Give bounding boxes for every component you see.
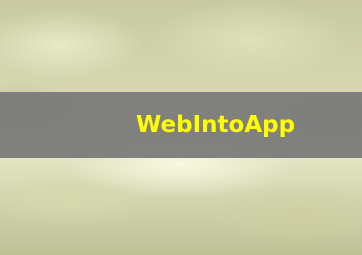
app-title: WebIntoApp — [136, 112, 296, 138]
